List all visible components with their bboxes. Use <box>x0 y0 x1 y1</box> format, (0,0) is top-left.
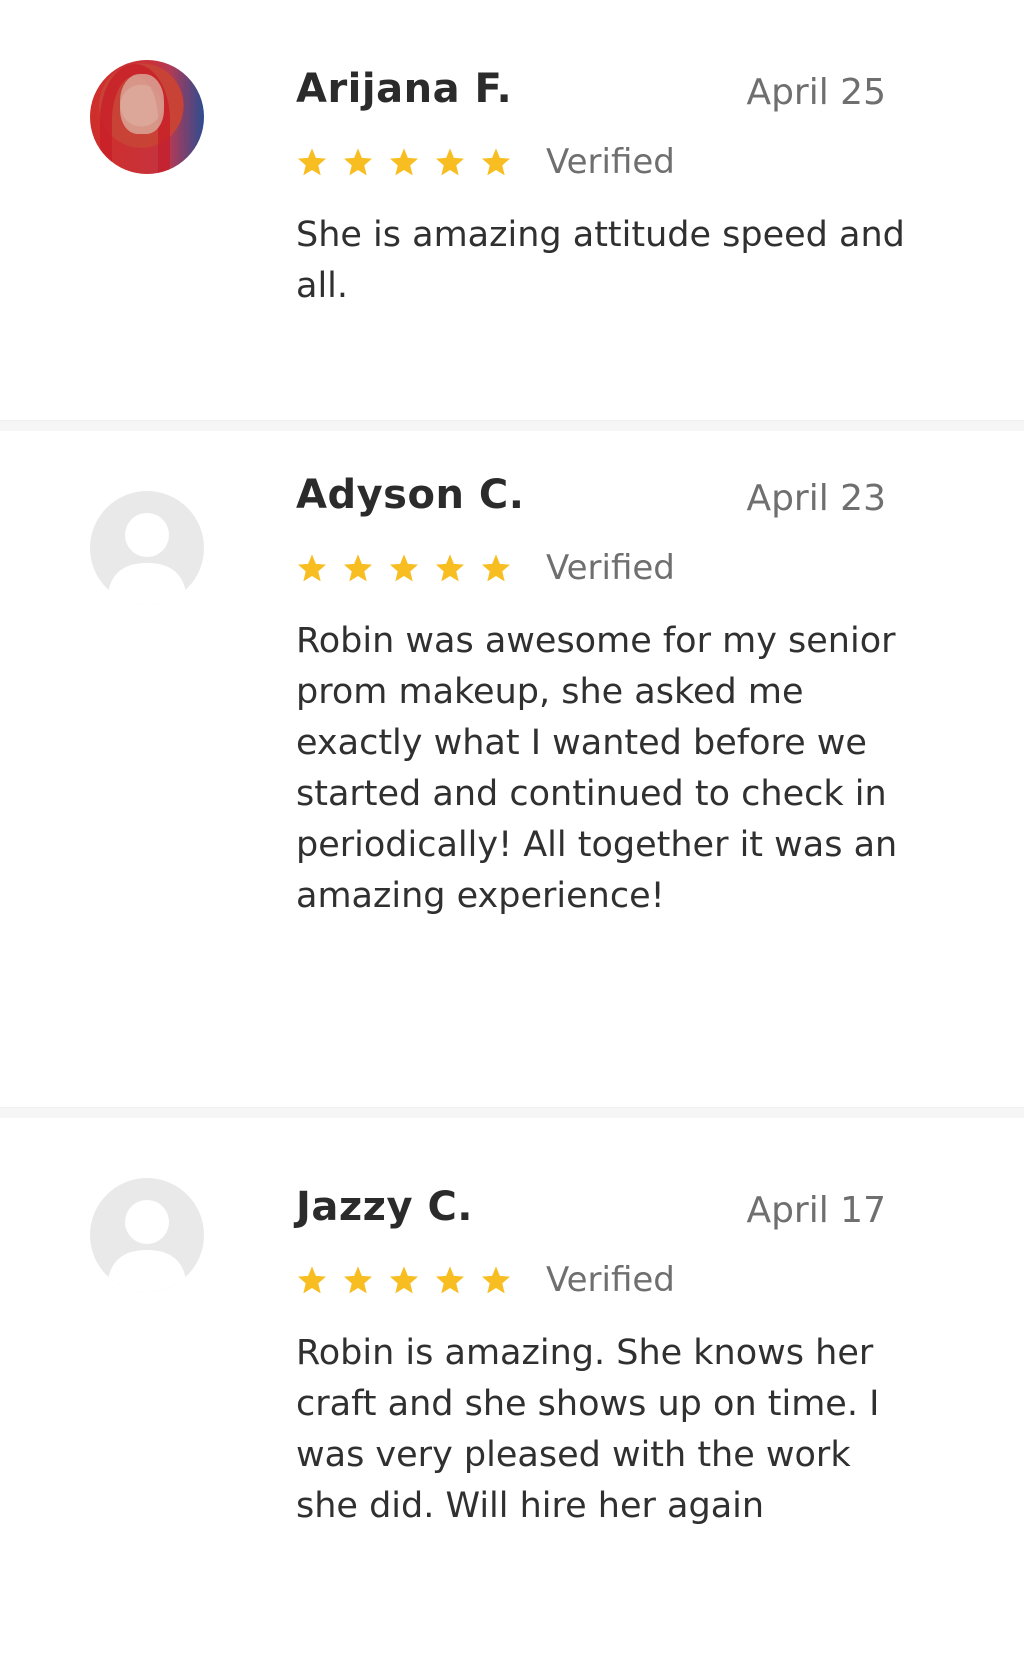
star-icon <box>298 148 326 176</box>
star-icon <box>482 148 510 176</box>
star-icon <box>390 1266 418 1294</box>
star-icon <box>390 554 418 582</box>
divider <box>0 420 1024 431</box>
star-icon <box>482 1266 510 1294</box>
star-icon <box>482 554 510 582</box>
star-icon <box>344 148 372 176</box>
review-card: Jazzy C. April 17 Verified Robin is amaz… <box>0 1118 1024 1669</box>
star-rating <box>296 146 512 182</box>
star-icon <box>436 1266 464 1294</box>
verified-label: Verified <box>546 548 675 588</box>
star-icon <box>298 1266 326 1294</box>
reviewer-name[interactable]: Jazzy C. <box>296 1184 473 1230</box>
review-card: Adyson C. April 23 Verified Robin was aw… <box>0 431 1024 1107</box>
avatar-photo-face <box>120 74 164 134</box>
default-user-icon[interactable] <box>90 1178 204 1292</box>
review-date: April 23 <box>746 478 886 519</box>
default-user-icon[interactable] <box>90 491 204 605</box>
review-text: She is amazing attitude speed and all. <box>296 215 905 306</box>
star-icon <box>298 554 326 582</box>
verified-label: Verified <box>546 1260 675 1300</box>
star-icon <box>390 148 418 176</box>
review-date: April 17 <box>746 1190 886 1231</box>
star-icon <box>344 1266 372 1294</box>
avatar[interactable] <box>90 60 204 174</box>
star-rating <box>296 552 512 588</box>
review-card: Arijana F. April 25 Verified She is amaz… <box>0 0 1024 420</box>
review-text: Robin is amazing. She knows her craft an… <box>296 1333 880 1526</box>
star-rating <box>296 1264 512 1300</box>
review-date: April 25 <box>746 72 886 113</box>
review-text: Robin was awesome for my senior prom mak… <box>296 621 898 916</box>
verified-label: Verified <box>546 142 675 182</box>
star-icon <box>344 554 372 582</box>
star-icon <box>436 148 464 176</box>
divider <box>0 1107 1024 1118</box>
star-icon <box>436 554 464 582</box>
reviewer-name[interactable]: Arijana F. <box>296 66 512 112</box>
reviewer-name[interactable]: Adyson C. <box>296 472 524 518</box>
